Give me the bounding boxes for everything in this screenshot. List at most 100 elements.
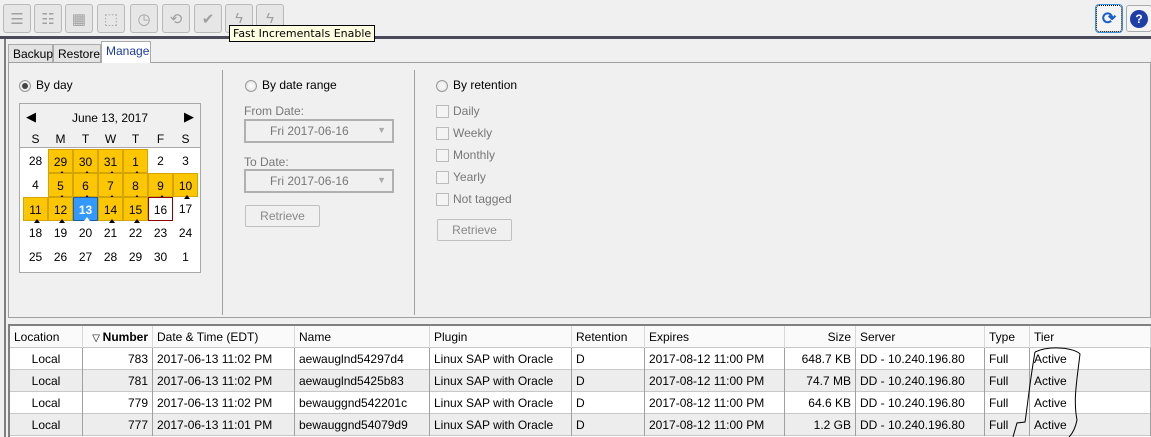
hand-drawn-annotation — [1012, 347, 1081, 437]
calendar-day[interactable]: 11 — [23, 197, 48, 223]
calendar-day[interactable]: 21 — [98, 221, 123, 245]
calendar-day[interactable]: 30 — [73, 149, 98, 175]
column-header: Expires — [649, 330, 690, 344]
calendar-day[interactable]: 4 — [23, 173, 48, 197]
cell: aewauglnd54297d4 — [295, 348, 430, 370]
cell: Local — [10, 392, 83, 414]
next-month-icon[interactable]: ▶ — [184, 109, 194, 125]
schedule-icon[interactable]: ◷ — [130, 4, 158, 33]
table-cell: 74.7 MB — [806, 374, 851, 388]
tab-restore[interactable]: Restore — [53, 44, 101, 62]
calendar-day[interactable]: 9 — [148, 173, 173, 199]
checkbox-icon — [436, 193, 449, 207]
column-header-3[interactable]: Name — [295, 326, 430, 348]
column-header: Location — [14, 330, 60, 344]
checkbox-monthly[interactable]: Monthly — [436, 148, 495, 163]
calendar-day[interactable]: 28 — [98, 245, 123, 269]
option-label: Weekly — [453, 126, 493, 140]
tab-backup[interactable]: Backup — [8, 44, 53, 62]
calendar-day[interactable]: 7 — [98, 173, 123, 199]
calendar-day[interactable]: 10 — [173, 173, 198, 199]
refresh-icon[interactable]: ⟳ — [1095, 4, 1123, 33]
column-header: Number — [102, 330, 148, 344]
calendar-day[interactable]: 13 — [73, 197, 98, 221]
tooltip: Fast Incrementals Enable — [229, 25, 376, 42]
calendar-day[interactable]: 20 — [73, 221, 98, 245]
calendar-day[interactable]: 15 — [123, 197, 148, 223]
column-header-2[interactable]: Date & Time (EDT) — [153, 326, 295, 348]
column-header-4[interactable]: Plugin — [430, 326, 572, 348]
retrieve-retention-button[interactable]: Retrieve — [437, 219, 512, 241]
to-date-combo[interactable]: Fri 2017-06-16 ▼ — [244, 169, 394, 193]
column-header-5[interactable]: Retention — [572, 326, 645, 348]
calendar-day[interactable]: 27 — [73, 245, 98, 269]
calendar-day[interactable]: 16 — [148, 197, 173, 221]
column-header-1[interactable]: ▽ Number — [83, 326, 153, 348]
cell: 777 — [83, 414, 153, 436]
column-header-6[interactable]: Expires — [645, 326, 785, 348]
calendar-day[interactable]: 1 — [173, 245, 198, 269]
calendar-day[interactable]: 22 — [123, 221, 148, 245]
from-date-combo[interactable]: Fri 2017-06-16 ▼ — [244, 119, 394, 143]
cell: 2017-06-13 11:02 PM — [153, 392, 295, 414]
table-row[interactable]: Local 781 2017-06-13 11:02 PM aewauglnd5425… — [10, 370, 1151, 392]
retrieve-date-range-button[interactable]: Retrieve — [245, 205, 320, 227]
calendar-day[interactable]: 28 — [23, 149, 48, 173]
table-row[interactable]: Local 783 2017-06-13 11:02 PM aewauglnd5429… — [10, 348, 1151, 370]
cell: 2017-08-12 11:00 PM — [645, 370, 785, 392]
checkbox-weekly[interactable]: Weekly — [436, 126, 493, 141]
calendar-day[interactable]: 30 — [148, 245, 173, 269]
by-date-range-radio[interactable]: By date range — [245, 78, 337, 92]
calendar-day[interactable]: 18 — [23, 221, 48, 245]
select-icon[interactable]: ▦ — [65, 4, 93, 33]
cell: Local — [10, 370, 83, 392]
column-header-0[interactable]: Location — [10, 326, 83, 348]
checkbox-yearly[interactable]: Yearly — [436, 170, 486, 185]
column-header-8[interactable]: Server — [856, 326, 985, 348]
calendar-day[interactable]: 2 — [148, 149, 173, 173]
table-cell: 2017-06-13 11:02 PM — [157, 396, 273, 410]
tab-manage[interactable]: Manage — [101, 41, 151, 63]
calendar-day[interactable]: 26 — [48, 245, 73, 269]
calendar-day[interactable]: 5 — [48, 173, 73, 199]
table-cell: Local — [31, 418, 61, 432]
checkbox-daily[interactable]: Daily — [436, 104, 480, 119]
calendar-day[interactable]: 14 — [98, 197, 123, 223]
calendar-day[interactable]: 24 — [173, 221, 198, 245]
calendar-day[interactable]: 29 — [48, 149, 73, 175]
select-dashed-icon[interactable]: ⬚ — [97, 4, 125, 33]
calendar-day[interactable]: 31 — [98, 149, 123, 175]
search-list-icon[interactable]: ☰ — [3, 4, 31, 33]
column-header-7[interactable]: Size — [785, 326, 856, 348]
calendar-day[interactable]: 19 — [48, 221, 73, 245]
calendar-day[interactable]: 8 — [123, 173, 148, 199]
calendar-day[interactable]: 29 — [123, 245, 148, 269]
calendar-day[interactable]: 1 — [123, 149, 148, 175]
table-cell: aewauglnd54297d4 — [299, 352, 404, 366]
cell: Linux SAP with Oracle — [430, 414, 572, 436]
table-cell: 783 — [127, 352, 148, 366]
radio-icon — [245, 79, 257, 92]
calendar-day[interactable]: 3 — [173, 149, 198, 173]
calendar-day[interactable]: 23 — [148, 221, 173, 245]
by-day-radio[interactable]: By day — [19, 78, 73, 92]
to-date-label: To Date: — [244, 155, 289, 169]
chevron-down-icon: ▼ — [377, 175, 386, 185]
cell: 648.7 KB — [785, 348, 856, 370]
checkbox-not-tagged[interactable]: Not tagged — [436, 192, 512, 207]
checkbox-icon — [436, 171, 449, 185]
calendar-day[interactable]: 6 — [73, 173, 98, 199]
restore-icon[interactable]: ⟲ — [162, 4, 190, 33]
table-row[interactable]: Local 777 2017-06-13 11:01 PM bewauggnd5407… — [10, 414, 1151, 436]
cell: D — [572, 392, 645, 414]
calendar-day[interactable]: 25 — [23, 245, 48, 269]
cell: 2017-06-13 11:02 PM — [153, 348, 295, 370]
table-cell: 2017-06-13 11:01 PM — [157, 418, 273, 432]
by-retention-radio[interactable]: By retention — [436, 78, 517, 92]
search-detail-icon[interactable]: ☷ — [34, 4, 62, 33]
verify-icon[interactable]: ✔ — [194, 4, 222, 33]
calendar-day[interactable]: 17 — [173, 197, 198, 221]
calendar-day[interactable]: 12 — [48, 197, 73, 223]
table-row[interactable]: Local 779 2017-06-13 11:02 PM bewauggnd5422… — [10, 392, 1151, 414]
help-icon[interactable]: ? — [1126, 5, 1151, 32]
